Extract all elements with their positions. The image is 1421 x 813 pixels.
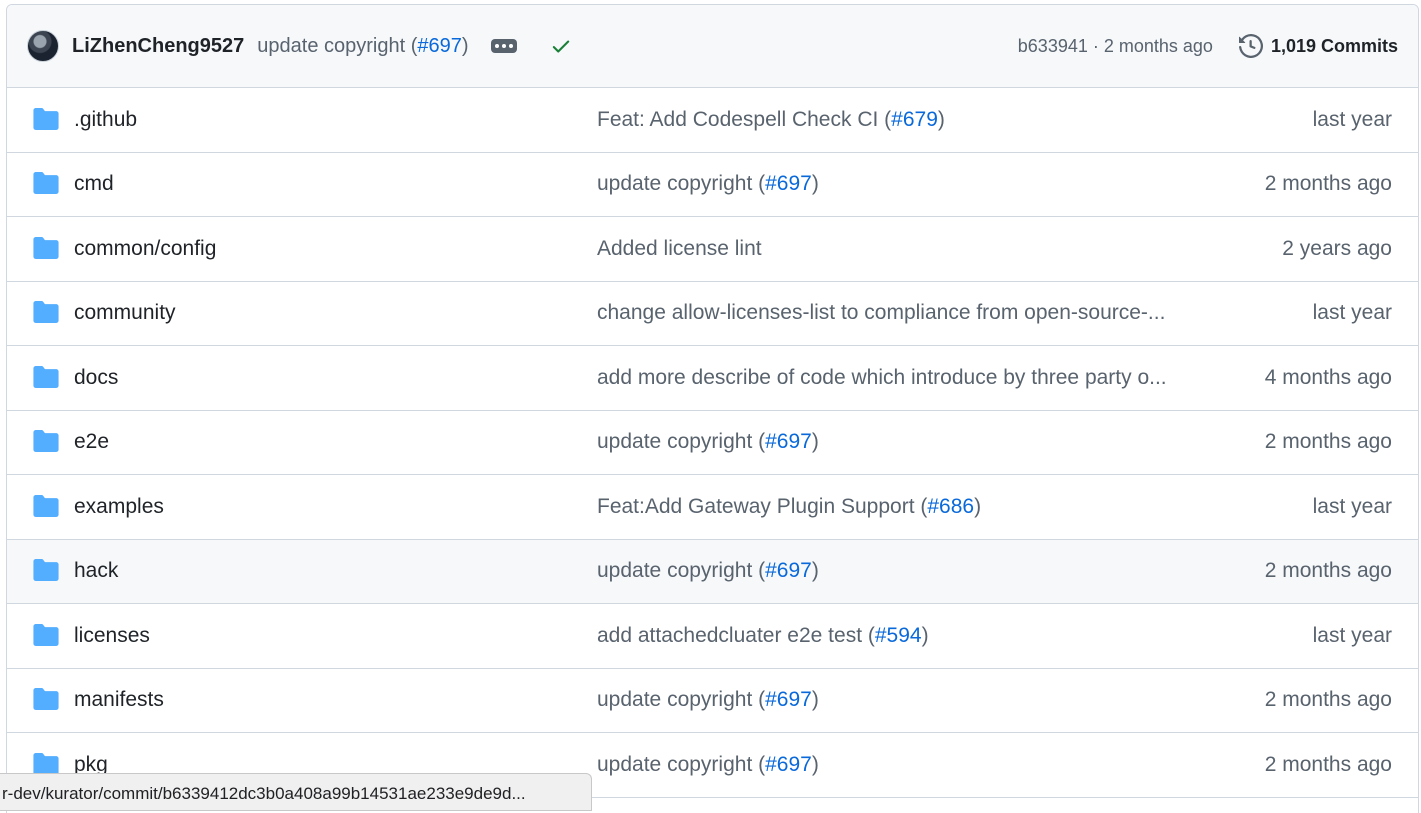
- folder-icon: [33, 107, 59, 130]
- file-row[interactable]: manifests update copyright (#697) 2 months…: [7, 669, 1418, 733]
- file-name-link[interactable]: licenses: [74, 624, 150, 648]
- commits-history-link[interactable]: 1,019 Commits: [1238, 34, 1398, 58]
- file-commit-text: update copyright (: [597, 559, 766, 583]
- file-commit-suffix: ): [937, 107, 945, 131]
- file-name-link[interactable]: e2e: [74, 430, 109, 454]
- file-commit-text: Feat:Add Gateway Plugin Support (: [597, 494, 928, 518]
- file-commit-message[interactable]: Feat:Add Gateway Plugin Support (#686): [597, 495, 1202, 519]
- file-commit-time: 2 months ago: [1264, 688, 1392, 712]
- file-name-link[interactable]: common/config: [74, 237, 216, 261]
- commits-count: 1,019 Commits: [1270, 35, 1398, 56]
- file-commit-time: last year: [1312, 301, 1392, 325]
- file-commit-message[interactable]: update copyright (#697): [597, 688, 1202, 712]
- file-row[interactable]: docs add more describe of code which intr…: [7, 346, 1418, 411]
- file-commit-message[interactable]: Added license lint: [597, 237, 1202, 261]
- file-commit-text: update copyright (: [597, 430, 766, 454]
- commit-message-suffix: ): [461, 34, 469, 57]
- file-commit-pr-link[interactable]: #697: [765, 172, 812, 195]
- folder-icon: [33, 172, 59, 195]
- file-commit-time: 4 months ago: [1264, 365, 1392, 389]
- file-row[interactable]: .github Feat: Add Codespell Check CI (#67…: [7, 88, 1418, 153]
- commit-message-prefix: update copyright (: [257, 34, 418, 57]
- file-commit-text: add attachedcluater e2e test (: [597, 623, 875, 647]
- file-name-link[interactable]: community: [74, 301, 176, 325]
- commit-sha-time[interactable]: b633941 · 2 months ago: [1018, 36, 1213, 57]
- folder-icon: [33, 236, 59, 259]
- file-commit-message[interactable]: change allow-licenses-list to compliance…: [597, 301, 1202, 325]
- history-icon: [1238, 34, 1263, 58]
- folder-icon: [33, 559, 59, 582]
- file-row[interactable]: community change allow-licenses-list to c…: [7, 282, 1418, 346]
- file-commit-suffix: ): [974, 494, 982, 518]
- check-icon[interactable]: [550, 35, 572, 57]
- file-commit-message[interactable]: Feat: Add Codespell Check CI (#679): [597, 108, 1202, 132]
- commit-pr-link[interactable]: #697: [417, 35, 462, 57]
- file-commit-message[interactable]: add attachedcluater e2e test (#594): [597, 624, 1202, 648]
- file-commit-suffix: ): [811, 752, 819, 776]
- file-name-link[interactable]: examples: [74, 495, 164, 519]
- file-row[interactable]: cmd update copyright (#697) 2 months ago: [7, 153, 1418, 217]
- file-commit-time: 2 months ago: [1264, 559, 1392, 583]
- file-commit-pr-link[interactable]: #679: [891, 108, 938, 131]
- file-commit-time: last year: [1312, 623, 1392, 647]
- folder-icon: [33, 752, 59, 775]
- latest-commit-bar: LiZhenCheng9527 update copyright (#697) …: [7, 5, 1418, 88]
- author-avatar[interactable]: [27, 30, 59, 62]
- file-commit-pr-link[interactable]: #697: [765, 559, 812, 582]
- file-commit-text: update copyright (: [597, 752, 766, 776]
- file-commit-suffix: ): [811, 172, 819, 196]
- file-row[interactable]: hack update copyright (#697) 2 months ago: [7, 539, 1418, 604]
- commit-author-link[interactable]: LiZhenCheng9527: [72, 35, 244, 58]
- file-row[interactable]: examples Feat:Add Gateway Plugin Support …: [7, 475, 1418, 540]
- file-row[interactable]: licenses add attachedcluater e2e test (#5…: [7, 604, 1418, 669]
- file-list: .github Feat: Add Codespell Check CI (#67…: [7, 88, 1418, 798]
- file-name-link[interactable]: .github: [74, 108, 137, 132]
- file-commit-text: change allow-licenses-list to compliance…: [597, 301, 1166, 325]
- file-commit-message[interactable]: update copyright (#697): [597, 753, 1202, 777]
- file-commit-suffix: ): [811, 430, 819, 454]
- file-commit-pr-link[interactable]: #686: [927, 495, 974, 518]
- file-commit-text: update copyright (: [597, 172, 766, 196]
- expand-commit-button[interactable]: [490, 39, 517, 53]
- file-commit-time: last year: [1312, 107, 1392, 131]
- file-commit-suffix: ): [921, 623, 929, 647]
- folder-icon: [33, 623, 59, 646]
- folder-icon: [33, 494, 59, 517]
- file-commit-text: update copyright (: [597, 688, 766, 712]
- file-commit-time: 2 months ago: [1264, 172, 1392, 196]
- file-commit-pr-link[interactable]: #697: [765, 753, 812, 776]
- file-name-link[interactable]: manifests: [74, 688, 164, 712]
- file-commit-text: add more describe of code which introduc…: [597, 365, 1167, 389]
- folder-icon: [33, 688, 59, 711]
- file-browser: LiZhenCheng9527 update copyright (#697) …: [6, 4, 1419, 813]
- file-commit-time: 2 months ago: [1264, 752, 1392, 776]
- file-name-link[interactable]: docs: [74, 366, 118, 390]
- file-row[interactable]: common/config Added license lint 2 years a…: [7, 217, 1418, 282]
- folder-icon: [33, 430, 59, 453]
- file-name-link[interactable]: hack: [74, 559, 118, 583]
- file-commit-message[interactable]: update copyright (#697): [597, 559, 1202, 583]
- file-commit-time: last year: [1312, 494, 1392, 518]
- file-commit-message[interactable]: update copyright (#697): [597, 172, 1202, 196]
- file-commit-text: Added license lint: [597, 236, 762, 260]
- file-commit-suffix: ): [811, 559, 819, 583]
- file-commit-message[interactable]: update copyright (#697): [597, 430, 1202, 454]
- folder-icon: [33, 365, 59, 388]
- folder-icon: [33, 301, 59, 324]
- file-commit-time: 2 months ago: [1264, 430, 1392, 454]
- file-commit-message[interactable]: add more describe of code which introduc…: [597, 366, 1202, 390]
- file-commit-pr-link[interactable]: #594: [875, 624, 922, 647]
- link-status-tooltip: r-dev/kurator/commit/b6339412dc3b0a408a9…: [0, 773, 592, 811]
- file-commit-suffix: ): [811, 688, 819, 712]
- file-commit-pr-link[interactable]: #697: [765, 430, 812, 453]
- file-commit-time: 2 years ago: [1282, 236, 1392, 260]
- file-commit-text: Feat: Add Codespell Check CI (: [597, 107, 892, 131]
- file-name-link[interactable]: cmd: [74, 172, 114, 196]
- latest-commit-message[interactable]: update copyright (#697): [257, 35, 468, 58]
- file-row[interactable]: e2e update copyright (#697) 2 months ago: [7, 411, 1418, 475]
- file-commit-pr-link[interactable]: #697: [765, 688, 812, 711]
